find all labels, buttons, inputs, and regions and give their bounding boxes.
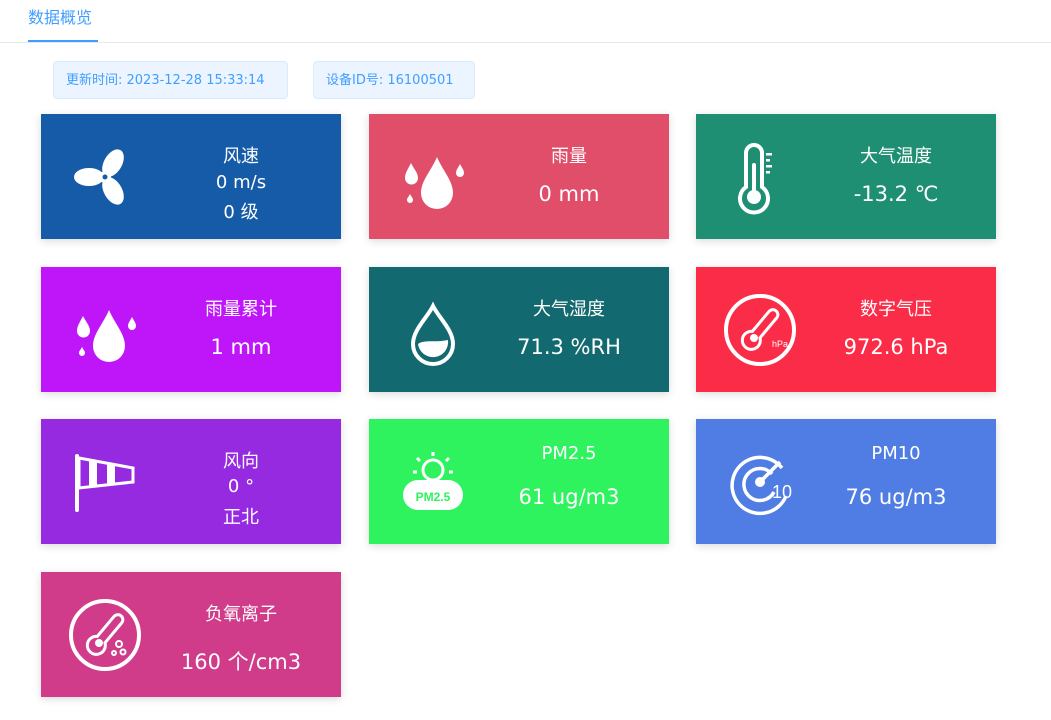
air-temperature-value: -13.2 ℃: [853, 182, 939, 206]
pressure-value: 972.6 hPa: [843, 335, 949, 359]
tab-bar: 数据概览: [0, 0, 1051, 43]
air-humidity-card[interactable]: 大气湿度 71.3 %RH: [369, 267, 669, 392]
active-tab-indicator: [28, 40, 98, 42]
air-temperature-card[interactable]: 大气温度 -13.2 ℃: [696, 114, 996, 239]
pm25-value: 61 ug/m3: [518, 485, 620, 509]
pressure-gauge-icon: hPa: [722, 292, 798, 368]
pm10-card[interactable]: 10 PM10 76 ug/m3: [696, 419, 996, 544]
card-title: PM10: [871, 443, 921, 464]
raindrops-icon: [67, 292, 143, 368]
negative-ion-card[interactable]: 负氧离子 160 个/cm3: [41, 572, 341, 697]
thermometer-icon: [722, 139, 798, 215]
pm25-icon-label: PM2.5: [416, 490, 451, 504]
wind-level-value: 0 级: [223, 202, 259, 223]
anion-thermometer-icon: [67, 597, 143, 673]
fan-icon: [67, 139, 143, 215]
card-title: PM2.5: [541, 443, 597, 464]
pressure-card[interactable]: hPa 数字气压 972.6 hPa: [696, 267, 996, 392]
tab-data-overview[interactable]: 数据概览: [28, 0, 92, 42]
air-humidity-value: 71.3 %RH: [517, 335, 621, 359]
wind-speed-value: 0 m/s: [215, 172, 267, 193]
wind-speed-card[interactable]: 风速 0 m/s 0 级: [41, 114, 341, 239]
pm10-radar-icon: 10: [722, 444, 798, 520]
pm25-cloud-icon: PM2.5: [395, 444, 471, 520]
wind-direction-value: 0 °: [227, 476, 255, 497]
card-title: 大气温度: [860, 146, 932, 167]
pm10-icon-label: 10: [772, 482, 792, 502]
rainfall-card[interactable]: 雨量 0 mm: [369, 114, 669, 239]
wind-direction-name: 正北: [223, 507, 259, 528]
wind-direction-card[interactable]: 风向 0 ° 正北: [41, 419, 341, 544]
water-drop-icon: [395, 292, 471, 368]
data-overview-page: 数据概览 更新时间: 2023-12-28 15:33:14 设备ID号: 16…: [0, 0, 1051, 720]
device-id-tag: 设备ID号: 16100501: [313, 61, 475, 99]
rainfall-total-value: 1 mm: [210, 335, 272, 359]
card-title: 风速: [223, 146, 259, 167]
negative-ion-value: 160 个/cm3: [180, 650, 302, 674]
card-title: 数字气压: [860, 299, 932, 320]
card-title: 负氧离子: [205, 604, 277, 625]
pm10-value: 76 ug/m3: [845, 485, 947, 509]
card-title: 雨量: [551, 146, 587, 167]
card-title: 风向: [223, 451, 259, 472]
pressure-unit-label: hPa: [772, 339, 788, 349]
rainfall-value: 0 mm: [538, 182, 600, 206]
card-title: 雨量累计: [205, 299, 277, 320]
update-time-tag: 更新时间: 2023-12-28 15:33:14: [53, 61, 288, 99]
windsock-icon: [67, 444, 143, 520]
pm25-card[interactable]: PM2.5 PM2.5 61 ug/m3: [369, 419, 669, 544]
raindrops-icon: [395, 139, 471, 215]
rainfall-total-card[interactable]: 雨量累计 1 mm: [41, 267, 341, 392]
card-title: 大气湿度: [533, 299, 605, 320]
